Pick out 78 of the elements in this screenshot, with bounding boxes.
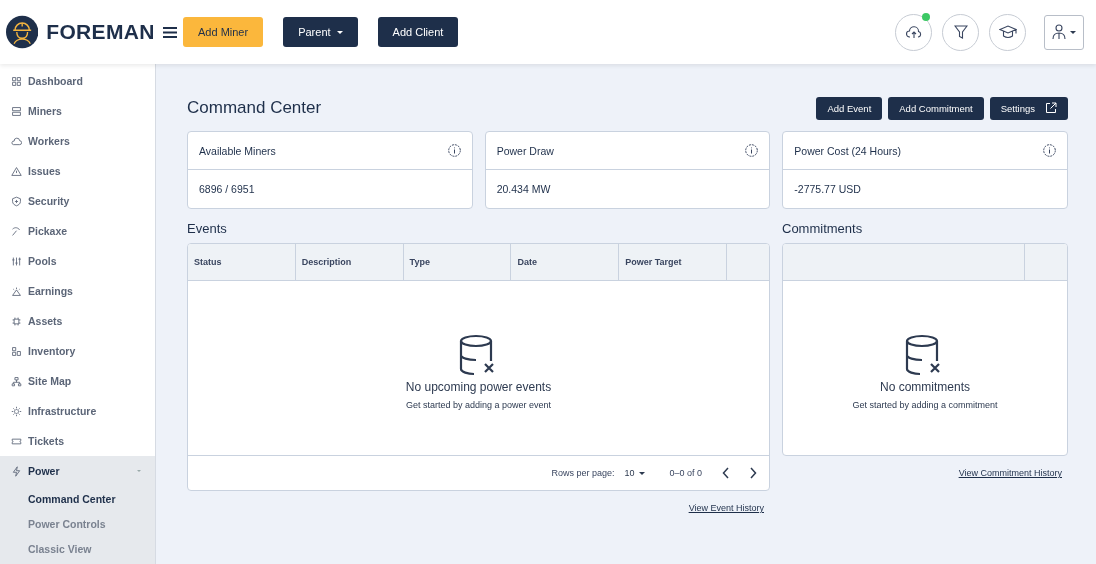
sitemap-icon: [11, 375, 22, 387]
column-header[interactable]: Power Target: [619, 244, 727, 280]
sidebar-item[interactable]: Pickaxe: [0, 216, 155, 246]
sidebar-item[interactable]: Earnings: [0, 276, 155, 306]
page-title: Command Center: [187, 98, 322, 118]
action-button[interactable]: Add Event: [816, 96, 883, 120]
empty-state-text: Get started by adding a power event: [405, 400, 552, 410]
header-button[interactable]: Add Client: [377, 17, 459, 47]
sidebar-item[interactable]: Inventory: [0, 336, 155, 366]
history-link[interactable]: View Event History: [688, 503, 764, 513]
empty-state-title: No upcoming power events: [405, 380, 552, 394]
action-button[interactable]: Add Commitment: [888, 96, 984, 120]
info-icon[interactable]: [1043, 144, 1056, 157]
person-icon: [1052, 24, 1066, 40]
brand-name: FOREMAN: [46, 20, 155, 44]
sidebar-item[interactable]: Infrastructure: [0, 396, 155, 426]
sidebar-item[interactable]: Power: [0, 456, 155, 486]
sliders-icon: [11, 255, 22, 267]
caret-icon: [336, 30, 343, 34]
section-title: Events: [187, 221, 228, 237]
sidebar-item[interactable]: Miners: [0, 96, 155, 126]
empty-state-text: Get started by adding a commitment: [852, 400, 998, 410]
sidebar-item[interactable]: Security: [0, 186, 155, 216]
stat-value: 6896 / 6951: [198, 182, 256, 197]
filter-icon: [953, 24, 968, 40]
round-icon-button[interactable]: [989, 13, 1026, 51]
sidebar-item[interactable]: Pools: [0, 246, 155, 276]
cloud-upload-icon: [905, 25, 922, 39]
stat-value: -2775.77 USD: [793, 182, 862, 197]
gear-icon: [11, 405, 22, 417]
graduation-cap-icon: [998, 25, 1017, 39]
sidebar-item[interactable]: Tickets: [0, 426, 155, 456]
external-link-icon: [1045, 102, 1057, 114]
stat-label: Power Cost (24 Hours): [794, 144, 902, 157]
sidebar-item[interactable]: Issues: [0, 156, 155, 186]
column-header[interactable]: Date: [511, 244, 620, 280]
stat-value: 20.434 MW: [495, 182, 552, 197]
boxes-icon: [11, 345, 22, 357]
header-button[interactable]: Parent: [283, 17, 358, 47]
round-icon-button[interactable]: [895, 13, 932, 51]
caret-icon: [137, 470, 141, 472]
info-icon[interactable]: [447, 144, 461, 157]
server-icon: [11, 105, 22, 117]
page-range: 0–0 of 0: [669, 468, 702, 478]
history-link[interactable]: View Commitment History: [958, 468, 1062, 478]
menu-icon[interactable]: [162, 25, 177, 39]
caret-icon: [639, 471, 646, 475]
user-menu-button[interactable]: [1044, 14, 1084, 50]
worker-helmet-logo-icon: [6, 14, 39, 50]
warning-icon: [11, 165, 22, 177]
rows-per-page-label: Rows per page:: [551, 468, 615, 478]
chip-icon: [11, 315, 22, 327]
stat-label: Power Draw: [496, 144, 554, 157]
previous-page-icon[interactable]: [722, 467, 730, 479]
column-header[interactable]: Status: [188, 244, 296, 280]
section-title: Commitments: [782, 221, 864, 237]
action-button[interactable]: Settings: [989, 96, 1068, 120]
next-page-icon[interactable]: [749, 467, 757, 479]
rows-per-page-select[interactable]: 10: [624, 468, 646, 478]
grid-icon: [11, 75, 22, 87]
round-icon-button[interactable]: [942, 13, 979, 51]
caret-icon: [1070, 30, 1076, 34]
info-icon[interactable]: [745, 144, 759, 157]
bolt-icon: [11, 465, 22, 477]
sidebar-item[interactable]: Dashboard: [0, 66, 155, 96]
column-header[interactable]: Description: [295, 244, 404, 280]
cloud-icon: [11, 135, 22, 147]
ticket-icon: [11, 435, 22, 447]
sidebar-item[interactable]: Assets: [0, 306, 155, 336]
sidebar-item[interactable]: Workers: [0, 126, 155, 156]
sidebar-item[interactable]: Site Map: [0, 366, 155, 396]
sidebar-subitem[interactable]: Command Center: [0, 486, 155, 511]
stat-label: Available Miners: [199, 144, 276, 157]
empty-state-title: No commitments: [880, 380, 970, 394]
column-header[interactable]: Type: [403, 244, 512, 280]
notification-dot: [922, 12, 930, 21]
shield-icon: [11, 195, 22, 207]
header-button[interactable]: Add Miner: [183, 17, 264, 47]
